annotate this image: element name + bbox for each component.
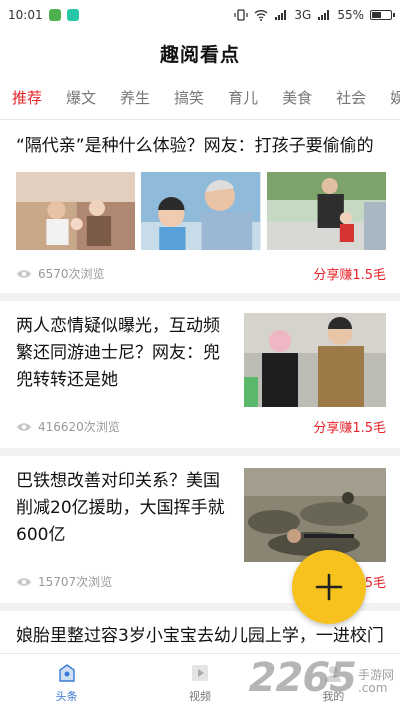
watermark-line2: .com [357,681,388,695]
battery-icon [370,10,395,20]
tab-parenting[interactable]: 育儿 [228,77,258,118]
view-count-text: 15707次浏览 [38,575,113,589]
news-thumbnail [141,172,261,250]
news-card[interactable]: 两人恋情疑似曝光，互动频繁还同游迪士尼？网友：兜兜转转还是她 416620次浏览… [0,301,400,448]
view-count: 15707次浏览 [16,573,112,590]
tab-funny[interactable]: 搞笑 [174,77,204,118]
view-count-text: 416620次浏览 [38,420,120,434]
news-title: “隔代亲”是种什么体验？网友：打孩子要偷偷的 [16,136,374,156]
nav-video[interactable]: 视频 [160,662,240,704]
view-count: 416620次浏览 [16,418,120,435]
nav-headlines[interactable]: 头条 [27,662,107,704]
watermark-text: 手游网 .com [358,669,394,695]
status-time: 10:01 [8,8,43,22]
network-type: 3G [294,8,312,22]
headline-icon [58,663,75,682]
plus-icon [315,573,343,601]
wifi-icon [254,10,268,21]
news-meta: 6570次浏览 分享赚1.5毛 [16,264,386,283]
vibrate-icon [234,9,248,21]
news-thumbnail [244,313,386,407]
eye-icon [17,422,31,431]
category-tabs: 推荐 爆文 养生 搞笑 育儿 美食 社会 娱 [0,76,400,120]
battery-percent: 55% [337,8,364,22]
news-title: 两人恋情疑似曝光，互动频繁还同游迪士尼？网友：兜兜转转还是她 [16,316,220,390]
app-notification-icon-2 [66,9,79,21]
eye-icon [17,269,31,278]
watermark-number: 2265 [248,655,357,701]
site-watermark: 2265 手游网 .com [249,655,394,701]
divider [0,448,400,456]
app-notification-icon [48,9,61,21]
share-earn-link[interactable]: 分享赚1.5毛 [313,264,386,283]
tab-viral[interactable]: 爆文 [66,77,96,118]
tab-society[interactable]: 社会 [336,77,366,118]
signal-icon-2 [318,10,330,20]
video-icon [191,664,208,681]
app-title-bar: 趣阅看点 [0,30,400,76]
news-card[interactable]: “隔代亲”是种什么体验？网友：打孩子要偷偷的 6570次浏览 分享赚1.5毛 [0,121,400,293]
news-image-row [16,172,386,250]
news-thumbnail [244,468,386,562]
tab-food[interactable]: 美食 [282,77,312,118]
news-thumbnail [16,172,136,250]
status-right: 3G 55% [234,8,395,22]
tab-health[interactable]: 养生 [120,77,150,118]
eye-icon [17,577,31,586]
share-earn-link[interactable]: 5毛 [365,572,386,591]
news-title: 巴铁想改善对印关系？美国削减20亿援助，大国挥手就600亿 [16,471,225,545]
news-thumbnail [266,172,386,250]
view-count: 6570次浏览 [16,265,105,282]
nav-video-label: 视频 [188,689,211,703]
share-earn-link[interactable]: 分享赚1.5毛 [313,417,386,436]
tab-entertainment[interactable]: 娱 [390,77,400,118]
news-title: 娘胎里整过容3岁小宝宝去幼儿园上学，一进校门就引来众人围观 [16,626,384,646]
nav-headlines-label: 头条 [55,689,78,703]
status-bar: 10:01 3G 55% [0,0,400,30]
tab-recommend[interactable]: 推荐 [12,77,42,118]
add-button[interactable] [292,550,366,624]
signal-icon [275,10,287,20]
view-count-text: 6570次浏览 [38,267,105,281]
status-left: 10:01 [8,8,79,22]
page-title: 趣阅看点 [159,43,240,66]
news-meta: 416620次浏览 分享赚1.5毛 [16,417,386,436]
divider [0,293,400,301]
app-screen: 10:01 3G 55% 趣阅看点 推荐 爆文 养生 搞笑 育儿 美食 社会 娱 [0,0,400,711]
